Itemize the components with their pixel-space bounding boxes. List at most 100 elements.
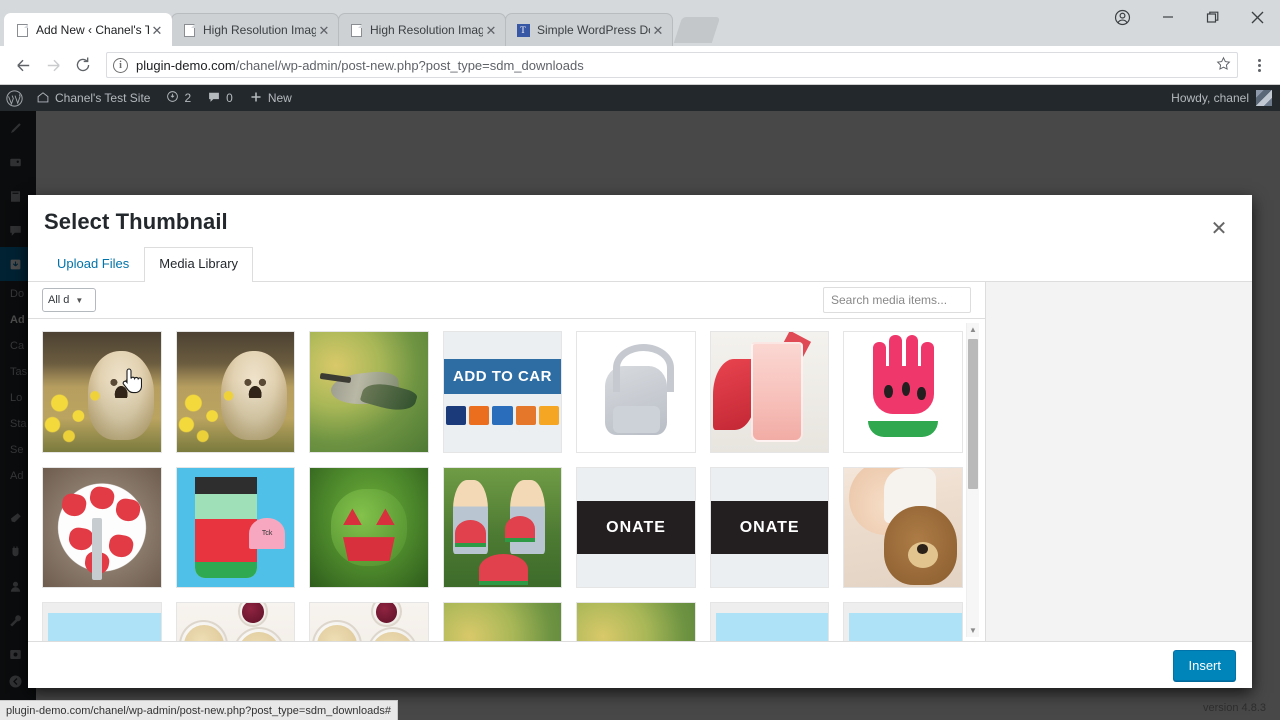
attachment-label: ONATE bbox=[606, 518, 666, 536]
avatar bbox=[1256, 90, 1272, 106]
browser-menu-icon[interactable] bbox=[1246, 58, 1272, 72]
insert-button[interactable]: Insert bbox=[1173, 649, 1236, 681]
window-controls bbox=[1100, 0, 1280, 34]
search-input[interactable] bbox=[823, 287, 971, 314]
browser-tab-2[interactable]: High Resolution Images ✕ bbox=[338, 13, 506, 46]
tab-title: High Resolution Images bbox=[370, 23, 483, 37]
tab-title: Add New ‹ Chanel's Test bbox=[36, 23, 149, 37]
tab-title: Simple WordPress Down bbox=[537, 23, 650, 37]
modal-footer-toolbar: Insert bbox=[28, 641, 1252, 688]
scrollbar-thumb[interactable] bbox=[968, 339, 978, 490]
media-toolbar: All d ▼ bbox=[28, 281, 985, 320]
attachment-oatmeal-bowls-2[interactable] bbox=[309, 602, 429, 642]
bookmark-star-icon[interactable] bbox=[1208, 56, 1231, 75]
comments-menu[interactable]: 0 bbox=[199, 85, 241, 111]
close-icon[interactable]: ✕ bbox=[1194, 203, 1244, 253]
attachment-label: ONATE bbox=[739, 518, 800, 536]
tab-strip: Add New ‹ Chanel's Test ✕ High Resolutio… bbox=[0, 0, 1280, 46]
browser-toolbar: i plugin-demo.com /chanel/wp-admin/post-… bbox=[0, 46, 1280, 85]
updates-count: 2 bbox=[184, 91, 192, 105]
modal-body: All d ▼ Search media items... ADD TO CAR… bbox=[28, 281, 1252, 642]
url-domain: plugin-demo.com bbox=[136, 57, 236, 73]
tab-upload-files[interactable]: Upload Files bbox=[42, 247, 144, 282]
modal-router-tabs: Upload Files Media Library bbox=[28, 235, 1252, 282]
new-tab-button[interactable] bbox=[673, 17, 721, 43]
new-label: New bbox=[267, 91, 292, 105]
comments-count: 0 bbox=[226, 91, 233, 105]
back-arrow-icon[interactable] bbox=[8, 50, 38, 80]
attachment-watermelon-mason-jar[interactable]: Tck bbox=[175, 466, 296, 589]
updates-menu[interactable]: 2 bbox=[158, 85, 199, 111]
wp-admin-bar: Chanel's Test Site 2 0 New Howdy, chanel bbox=[0, 85, 1280, 111]
scroll-down-icon[interactable]: ▼ bbox=[967, 624, 979, 637]
attachment-kids-eating-watermelon[interactable] bbox=[442, 466, 563, 589]
page-info-icon[interactable]: i bbox=[113, 57, 128, 73]
attachments-pane: All d ▼ Search media items... ADD TO CAR… bbox=[28, 281, 985, 642]
wordpress-icon: T bbox=[516, 23, 530, 37]
profile-icon[interactable] bbox=[1100, 0, 1145, 34]
attachment-watermelon-hearts[interactable] bbox=[42, 466, 162, 589]
modal-title: Select Thumbnail bbox=[44, 209, 228, 234]
select-thumbnail-modal: ✕ Select Thumbnail Upload Files Media Li… bbox=[28, 195, 1252, 688]
address-bar[interactable]: i plugin-demo.com /chanel/wp-admin/post-… bbox=[106, 52, 1238, 78]
attachments-grid: ADD TO CAR Tck ONATE ONATE bbox=[28, 319, 985, 642]
browser-tab-1[interactable]: High Resolution Images ✕ bbox=[171, 13, 339, 46]
tab-close-icon[interactable]: ✕ bbox=[149, 22, 165, 38]
attachment-label: ADD TO CAR bbox=[453, 367, 552, 385]
attachment-donate-button-1[interactable]: ONATE bbox=[576, 466, 696, 589]
tab-title: High Resolution Images bbox=[203, 23, 316, 37]
attachment-buy-now-button-1[interactable]: uy No bbox=[42, 602, 162, 642]
page-viewport: Chanel's Test Site 2 0 New Howdy, chanel… bbox=[0, 85, 1280, 720]
tab-close-icon[interactable]: ✕ bbox=[316, 22, 332, 38]
attachment-add-to-cart-button[interactable]: ADD TO CAR bbox=[442, 331, 563, 453]
grid-scrollbar[interactable]: ▲ ▼ bbox=[966, 323, 979, 638]
minimize-icon[interactable] bbox=[1145, 0, 1190, 34]
browser-window: Add New ‹ Chanel's Test ✕ High Resolutio… bbox=[0, 0, 1280, 720]
attachments-grid-wrapper[interactable]: ADD TO CAR Tck ONATE ONATE ▲ ▼ bbox=[28, 319, 985, 642]
attachment-puppy-dandelions-2[interactable] bbox=[175, 331, 296, 453]
attachment-watermelon-jack-o-lantern[interactable] bbox=[309, 466, 429, 589]
plus-icon bbox=[249, 90, 263, 107]
tab-media-library[interactable]: Media Library bbox=[144, 247, 254, 282]
comment-bubble-icon bbox=[207, 90, 221, 107]
browser-tab-3[interactable]: T Simple WordPress Down ✕ bbox=[505, 13, 673, 46]
updates-icon bbox=[166, 90, 179, 106]
url-path: /chanel/wp-admin/post-new.php?post_type=… bbox=[235, 57, 584, 73]
date-filter-value: All d bbox=[48, 294, 70, 307]
site-name-menu[interactable]: Chanel's Test Site bbox=[28, 85, 158, 111]
attachment-hummingbird-1[interactable] bbox=[309, 331, 429, 453]
attachment-hummingbird-3[interactable] bbox=[576, 602, 696, 642]
attachment-puppy-dandelions-1[interactable] bbox=[42, 331, 162, 453]
new-content-menu[interactable]: New bbox=[241, 85, 300, 111]
attachment-hummingbird-2[interactable] bbox=[442, 602, 563, 642]
chevron-down-icon: ▼ bbox=[75, 295, 84, 305]
attachment-label: Tck bbox=[261, 530, 273, 538]
wordpress-logo-icon[interactable] bbox=[0, 85, 28, 111]
attachment-oatmeal-bowls-1[interactable] bbox=[175, 602, 296, 642]
close-icon[interactable] bbox=[1235, 0, 1280, 34]
document-icon bbox=[15, 23, 29, 37]
document-icon bbox=[182, 23, 196, 37]
restore-icon[interactable] bbox=[1190, 0, 1235, 34]
tab-close-icon[interactable]: ✕ bbox=[650, 22, 666, 38]
home-icon bbox=[36, 90, 50, 107]
tab-close-icon[interactable]: ✕ bbox=[483, 22, 499, 38]
attachment-details-sidebar bbox=[985, 281, 1252, 642]
browser-tab-0[interactable]: Add New ‹ Chanel's Test ✕ bbox=[4, 13, 172, 46]
attachment-buy-now-button-2[interactable]: uy No bbox=[709, 602, 830, 642]
date-filter-dropdown[interactable]: All d ▼ bbox=[42, 288, 96, 313]
attachment-buy-now-button-3[interactable]: uy No bbox=[843, 602, 963, 642]
attachment-donate-button-2[interactable]: ONATE bbox=[709, 466, 830, 589]
attachment-watermelon-handprint[interactable] bbox=[843, 331, 963, 453]
attachment-grey-backpack[interactable] bbox=[576, 331, 696, 453]
site-name-label: Chanel's Test Site bbox=[55, 91, 151, 105]
reload-icon[interactable] bbox=[68, 50, 98, 80]
scroll-up-icon[interactable]: ▲ bbox=[967, 323, 979, 336]
attachment-baby-with-teddy-bear[interactable] bbox=[843, 466, 963, 589]
account-menu[interactable]: Howdy, chanel bbox=[1171, 90, 1280, 106]
browser-status-bar: plugin-demo.com/chanel/wp-admin/post-new… bbox=[0, 700, 398, 720]
howdy-label: Howdy, chanel bbox=[1171, 91, 1249, 105]
attachment-watermelon-smoothie[interactable] bbox=[709, 331, 830, 453]
document-icon bbox=[349, 23, 363, 37]
forward-arrow-icon bbox=[38, 50, 68, 80]
